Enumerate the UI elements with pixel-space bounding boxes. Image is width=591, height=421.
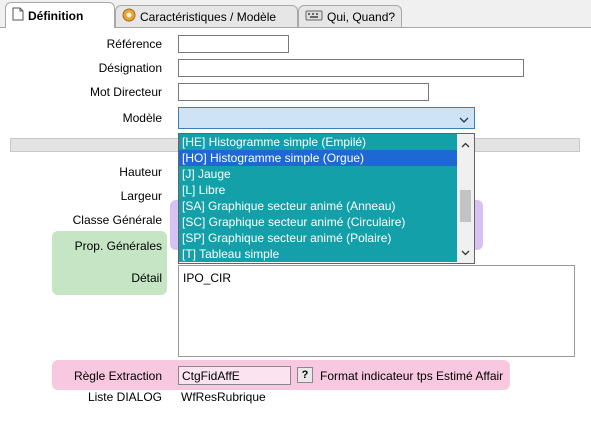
tab-label: Qui, Quand?: [327, 9, 396, 24]
modele-option[interactable]: [SA] Graphique secteur animé (Anneau): [179, 198, 457, 214]
designation-input[interactable]: [178, 59, 524, 77]
reference-input[interactable]: [178, 35, 289, 53]
gear-icon: [122, 8, 136, 25]
detail-value: IPO_CIR: [183, 271, 232, 285]
chevron-down-icon: [459, 113, 469, 127]
document-icon: [12, 7, 24, 24]
detail-textarea[interactable]: IPO_CIR: [178, 265, 575, 357]
regle-extraction-label: Règle Extraction: [73, 369, 162, 383]
modele-options: [HE] Histogramme simple (Empilé) [HO] Hi…: [179, 134, 457, 263]
tab-caracteristiques[interactable]: Caractéristiques / Modèle: [115, 5, 298, 27]
modele-option[interactable]: [SC] Graphique secteur animé (Circulaire…: [179, 214, 457, 230]
modele-select[interactable]: [178, 107, 475, 129]
tab-qui-quand[interactable]: Qui, Quand?: [298, 5, 402, 27]
modele-option[interactable]: [L] Libre: [179, 182, 457, 198]
chevron-up-icon[interactable]: [461, 137, 470, 151]
tab-label: Définition: [28, 8, 84, 23]
hauteur-label: Hauteur: [119, 165, 162, 179]
modele-dropdown-list[interactable]: [HE] Histogramme simple (Empilé) [HO] Hi…: [178, 133, 475, 264]
regle-extraction-value: CtgFidAffE: [182, 369, 240, 383]
modele-label: Modèle: [122, 111, 162, 125]
liste-dialog-value: WfResRubrique: [181, 390, 266, 404]
designation-label: Désignation: [98, 61, 162, 75]
help-button[interactable]: ?: [297, 367, 313, 383]
prop-generales-label[interactable]: Prop. Générales: [2, 238, 162, 254]
detail-label[interactable]: Détail: [2, 270, 162, 286]
liste-dialog-label: Liste DIALOG: [87, 390, 162, 404]
modele-option[interactable]: [J] Jauge: [179, 166, 457, 182]
mot-directeur-label: Mot Directeur: [89, 85, 162, 99]
tab-bar: Définition Caractéristiques / Modèle Qui…: [0, 0, 591, 28]
tab-label: Caractéristiques / Modèle: [140, 9, 277, 24]
modele-option-selected[interactable]: [HO] Histogramme simple (Orgue): [179, 150, 457, 166]
mot-directeur-input[interactable]: [178, 83, 429, 101]
classe-generale-label: Classe Générale: [72, 213, 162, 227]
reference-label: Référence: [106, 37, 162, 51]
keyboard-icon: [305, 9, 323, 24]
modele-option[interactable]: [T] Tableau simple: [179, 246, 457, 262]
chevron-down-icon[interactable]: [461, 245, 470, 259]
modele-option[interactable]: [HE] Histogramme simple (Empilé): [179, 134, 457, 150]
regle-extraction-description: Format indicateur tps Estimé Affair: [320, 369, 504, 383]
modele-option[interactable]: [SP] Graphique secteur animé (Polaire): [179, 230, 457, 246]
tab-definition[interactable]: Définition: [5, 2, 115, 28]
largeur-label: Largeur: [120, 189, 162, 203]
regle-extraction-input[interactable]: CtgFidAffE: [178, 366, 291, 385]
scrollbar-thumb[interactable]: [460, 190, 471, 222]
dropdown-scrollbar[interactable]: [457, 134, 474, 263]
